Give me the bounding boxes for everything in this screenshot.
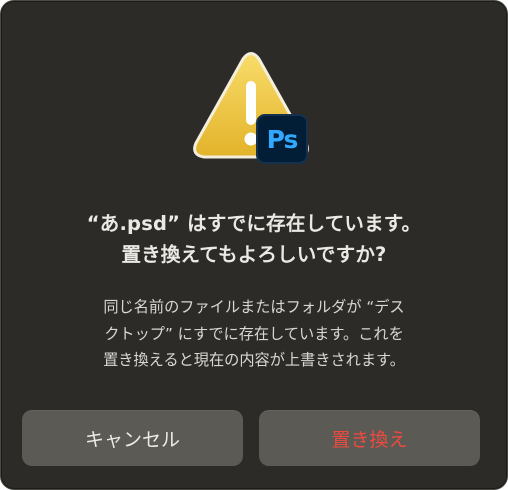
dialog-title: “あ.psd” はすでに存在しています。 置き換えてもよろしいですか? xyxy=(21,208,487,270)
dialog-message: 同じ名前のファイルまたはフォルダが “デス クトップ” にすでに存在しています。… xyxy=(21,294,487,374)
app-badge-label: Ps xyxy=(266,124,299,154)
message-line-3: 置き換えると現在の内容が上書きされます。 xyxy=(103,351,405,369)
warning-icon-group: Ps xyxy=(190,51,312,167)
cancel-button[interactable]: キャンセル xyxy=(22,410,243,466)
title-line-1: “あ.psd” はすでに存在しています。 xyxy=(86,212,422,235)
photoshop-app-icon: Ps xyxy=(256,114,308,164)
replace-file-dialog: Ps “あ.psd” はすでに存在しています。 置き換えてもよろしいですか? 同… xyxy=(0,0,508,490)
replace-button[interactable]: 置き換え xyxy=(259,410,480,466)
cancel-button-label: キャンセル xyxy=(84,428,180,451)
title-line-2: 置き換えてもよろしいですか? xyxy=(121,243,387,266)
message-line-2: クトップ” にすでに存在しています。これを xyxy=(104,324,404,343)
message-line-1: 同じ名前のファイルまたはフォルダが “デス xyxy=(103,298,405,316)
replace-button-label: 置き換え xyxy=(331,428,408,451)
